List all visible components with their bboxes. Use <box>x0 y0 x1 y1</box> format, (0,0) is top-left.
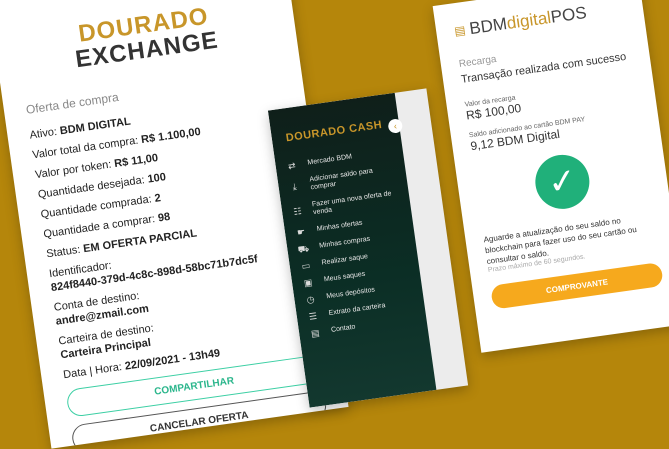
sidebar-item-label: Adicionar saldo para comprar <box>309 167 374 192</box>
check-icon: ✓ <box>531 151 593 213</box>
withdraw-icon: ▭ <box>300 260 311 272</box>
wallet-icon: ▣ <box>303 277 314 289</box>
row-label: Ativo: <box>28 125 61 142</box>
sidebar-item-label: Meus depósitos <box>325 286 376 301</box>
dourado-exchange-logo: DOURADO EXCHANGE <box>15 0 275 79</box>
shuffle-icon: ⇄ <box>287 160 297 172</box>
hand-icon: ☛ <box>296 226 306 238</box>
row-value: BDM DIGITAL <box>59 115 132 138</box>
sidebar-item-label: Fazer uma nova oferta de venda <box>311 190 392 217</box>
sidebar-item-label: Meus saques <box>323 270 366 284</box>
row-value: 100 <box>146 171 167 186</box>
sidebar-item-label: Minhas compras <box>318 235 371 250</box>
bdm-digital-pos-logo: ▤ BDM digital POS <box>453 0 626 41</box>
logo-right: POS <box>549 2 588 27</box>
download-icon: ⤓ <box>291 181 298 192</box>
document-icon: ▤ <box>310 327 321 339</box>
new-offer-icon: ☷ <box>292 205 303 217</box>
bdm-mark-icon: ▤ <box>453 22 467 39</box>
row-value: 98 <box>157 210 172 225</box>
sidebar-item-label: Realizar saque <box>321 253 369 267</box>
sidebar-item-label: Contato <box>330 323 356 334</box>
datetime-label: Data | Hora: <box>62 360 126 382</box>
sidebar-item-label: Extrato da carteira <box>328 302 386 318</box>
pos-screen: ▤ BDM digital POS Recarga Transação realiz… <box>432 0 669 353</box>
row-value: R$ 11,00 <box>113 152 159 171</box>
row-value: R$ 1.100,00 <box>140 125 202 147</box>
row-label: Status: <box>45 243 85 261</box>
logo-left: BDM <box>468 14 509 39</box>
logo-mid: digital <box>505 7 553 33</box>
sidebar-item-label: Minhas ofertas <box>316 219 363 233</box>
clock-icon: ◷ <box>306 293 316 305</box>
list-icon: ☰ <box>308 310 318 322</box>
row-value: 2 <box>153 192 162 205</box>
cart-icon: ⛟ <box>297 243 310 255</box>
